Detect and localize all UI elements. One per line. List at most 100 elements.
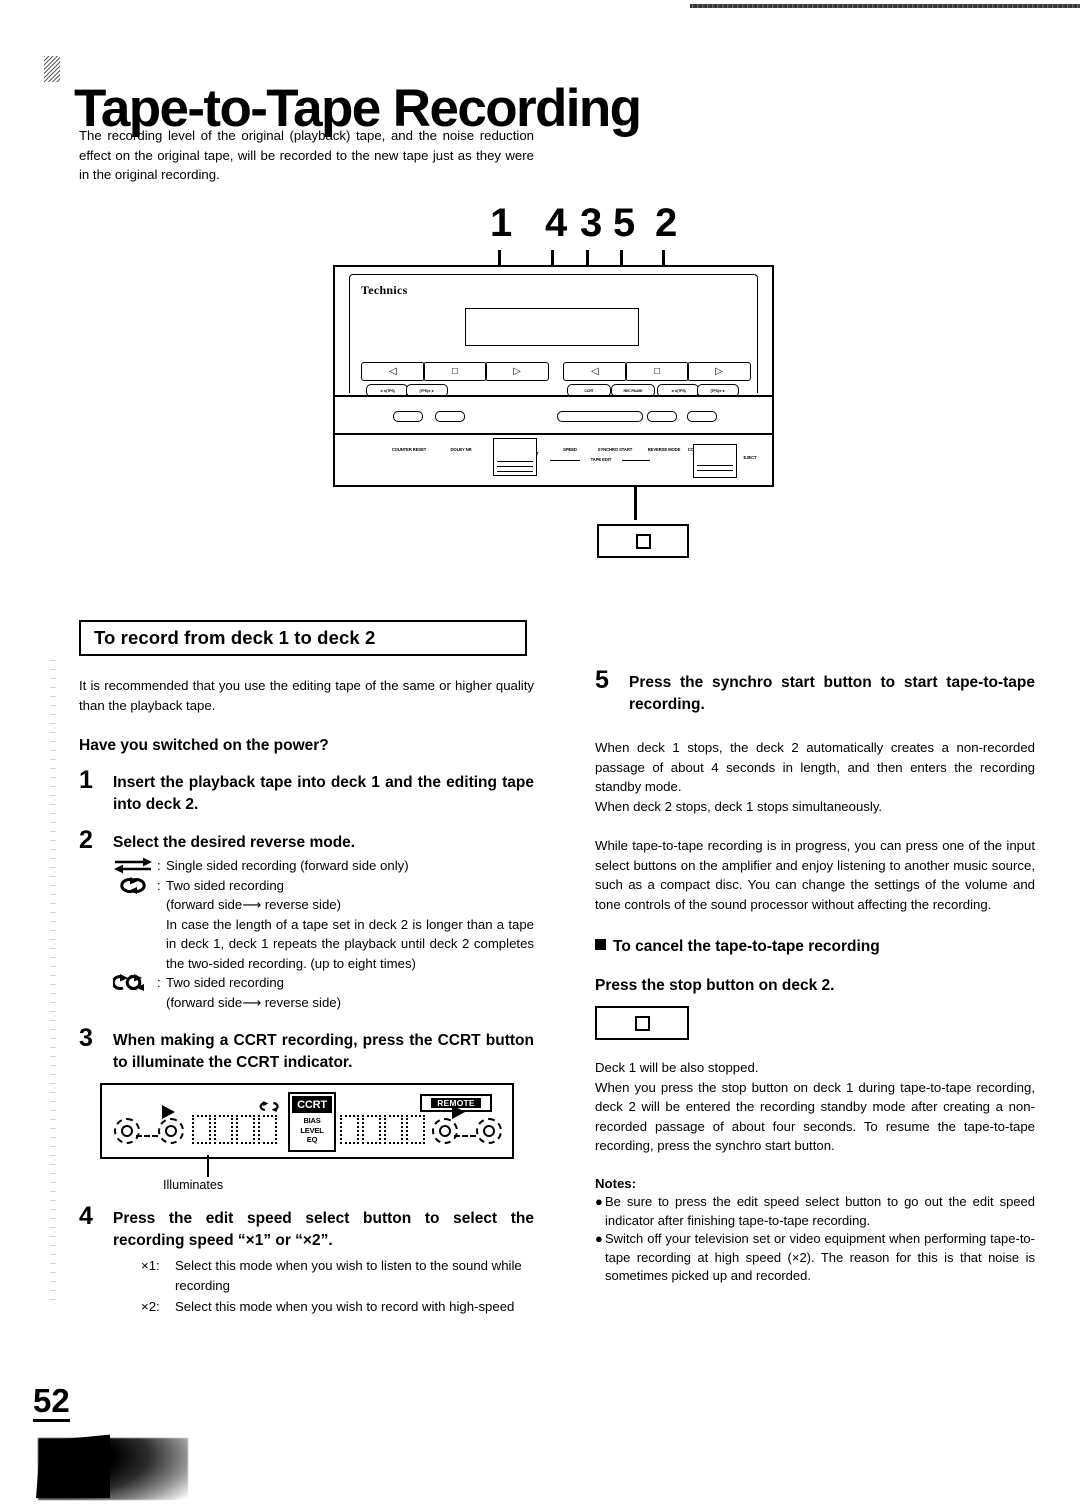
cancel-stop-button-box — [595, 1006, 689, 1040]
display-panel-illustration: CCRT BIAS LEVEL EQ REMOTE — [100, 1083, 514, 1159]
reverse-mode-key[interactable] — [647, 411, 677, 422]
illuminates-label: Illuminates — [163, 1178, 224, 1192]
step-4-text: Press the edit speed select button to se… — [113, 1210, 534, 1249]
double-loop-icon — [113, 973, 157, 993]
single-sided-arrows-icon — [113, 856, 157, 876]
step-3-text: When making a CCRT recording, press the … — [113, 1032, 534, 1071]
reverse-mode-option-single: : Single sided recording (forward side o… — [113, 856, 534, 876]
tape-edit-rule-right — [622, 460, 650, 461]
step-1: 1 Insert the playback tape into deck 1 a… — [79, 768, 534, 816]
panel-left-digit-2 — [214, 1115, 233, 1144]
label-deck1-dolby-nr: DOLBY NR — [450, 447, 472, 452]
step-5-number: 5 — [595, 666, 609, 694]
callout-number-2: 2 — [655, 201, 678, 245]
page-number: 52 — [33, 1384, 70, 1422]
callout-number-3: 3 — [580, 201, 603, 245]
intro-paragraph: The recording level of the original (pla… — [79, 128, 534, 182]
step-5-text: Press the synchro start button to start … — [629, 674, 1035, 713]
deck-display-window — [465, 308, 639, 346]
label-deck2-eject: EJECT — [743, 455, 757, 460]
step-1-text: Insert the playback tape into deck 1 and… — [113, 774, 534, 813]
reverse-mode-option-loop: : Two sided recording — [113, 876, 534, 896]
ccrt-bias-label: BIAS — [303, 1116, 321, 1126]
page-number-text: 52 — [33, 1384, 70, 1422]
reverse-mode-label-loop: Two sided recording — [166, 877, 285, 893]
step-2-modes: : Single sided recording (forward side o… — [79, 856, 534, 1012]
step-2-text: Select the desired reverse mode. — [113, 834, 356, 851]
cassette-deck-illustration: Technics ◁ □ ▷ ◄◄(TPS) (TPS)►► ◁ □ ▷ CCR… — [333, 265, 774, 487]
cancel-action-text: Press the stop button on deck 2. — [595, 977, 835, 994]
panel-right-reel-a — [432, 1118, 458, 1144]
deck1-stop-button[interactable]: □ — [423, 362, 487, 381]
step-5-detail-1: When deck 1 stops, the deck 2 automatica… — [595, 740, 1035, 794]
deck2-stop-button[interactable]: □ — [625, 362, 689, 381]
power-question: Have you switched on the power? — [79, 737, 329, 754]
deck2-cassette-slot[interactable] — [693, 444, 737, 478]
ccrt-level-label: LEVEL — [300, 1125, 324, 1135]
section-heading-box: To record from deck 1 to deck 2 — [79, 620, 527, 656]
reverse-mode-detail-loop: (forward side⟶ reverse side) — [166, 897, 342, 912]
deck1-dolby-nr-key[interactable] — [435, 411, 465, 422]
step-4: 4 Press the edit speed select button to … — [79, 1204, 534, 1252]
deck1-play-button[interactable]: ▷ — [485, 362, 549, 381]
speed-key-x1: ×1: — [141, 1258, 160, 1273]
ccrt-eq-label: EQ — [306, 1135, 318, 1145]
panel-left-reel-a — [114, 1118, 140, 1144]
note-text-2: Switch off your television set or video … — [605, 1231, 1035, 1284]
scan-edge-artifact — [690, 4, 1080, 8]
ccrt-indicator-label: CCRT — [292, 1096, 332, 1113]
notes-title: Notes: — [595, 1175, 637, 1191]
step-4-number: 4 — [79, 1202, 93, 1230]
ccrt-indicator-box: CCRT BIAS LEVEL EQ — [288, 1092, 336, 1152]
manual-page: Tape-to-Tape Recording The recording lev… — [0, 0, 1080, 1508]
while-recording-paragraph: While tape-to-tape recording is in progr… — [595, 838, 1035, 912]
remote-indicator-box: REMOTE — [420, 1094, 492, 1112]
panel-right-tape-path — [454, 1135, 476, 1139]
deck2-play-button[interactable]: ▷ — [687, 362, 751, 381]
note-item: ● Switch off your television set or vide… — [595, 1230, 1035, 1286]
remote-indicator-label: REMOTE — [431, 1098, 481, 1108]
panel-left-tape-path — [136, 1135, 158, 1139]
panel-left-digit-3 — [236, 1115, 255, 1144]
mode-colon-1: : — [157, 858, 161, 873]
deck1-cassette-slot[interactable] — [493, 438, 537, 476]
note-item: ● Be sure to press the edit speed select… — [595, 1193, 1035, 1230]
reverse-mode-option-double: : Two sided recording — [113, 973, 534, 993]
note-text-1: Be sure to press the edit speed select b… — [605, 1194, 1035, 1228]
label-synchro-start: SYNCHRO START — [597, 447, 633, 452]
reverse-mode-note-loop: In case the length of a tape set in deck… — [166, 916, 534, 971]
stop-square-icon — [634, 1015, 650, 1031]
step-2: 2 Select the desired reverse mode. — [79, 828, 534, 854]
scan-smudge-core — [36, 1434, 110, 1498]
tape-edit-speed-key[interactable] — [557, 411, 643, 422]
step-3: 3 When making a CCRT recording, press th… — [79, 1026, 534, 1074]
illuminates-leader-line — [207, 1155, 209, 1177]
cancel-body-2: When you press the stop button on deck 1… — [595, 1079, 1035, 1154]
panel-right-digit-4 — [406, 1115, 425, 1144]
deck1-counter-reset-key[interactable] — [393, 411, 423, 422]
speed-key-x2: ×2: — [141, 1299, 160, 1314]
scan-ink-blot — [44, 56, 60, 82]
callout-number-1: 1 — [490, 201, 513, 245]
panel-right-digit-2 — [362, 1115, 381, 1144]
callout-number-5: 5 — [613, 201, 636, 245]
reverse-mode-label-double: Two sided recording — [166, 975, 285, 990]
reverse-mode-label-single: Single sided recording (forward side onl… — [166, 858, 409, 873]
speed-option-x2: ×2: Select this mode when you wish to re… — [79, 1297, 534, 1317]
two-sided-loop-icon — [113, 876, 157, 896]
step-1-number: 1 — [79, 766, 93, 794]
recommendation-paragraph: It is recommended that you use the editi… — [79, 678, 534, 713]
step-5-detail-2: When deck 2 stops, deck 1 stops simultan… — [595, 798, 883, 814]
left-column: It is recommended that you use the editi… — [79, 676, 534, 1317]
panel-left-digit-1 — [192, 1115, 211, 1144]
ccrt-sub-indicators: BIAS LEVEL EQ — [292, 1113, 332, 1148]
label-tape-edit: TAPE EDIT — [590, 457, 612, 462]
section-heading-text: To record from deck 1 to deck 2 — [94, 627, 376, 648]
deck2-counter-reset-key[interactable] — [687, 411, 717, 422]
panel-right-digit-3 — [384, 1115, 403, 1144]
mode-colon-3: : — [157, 975, 161, 990]
panel-left-reel-b — [158, 1118, 184, 1144]
deck2-reverse-play-button[interactable]: ◁ — [563, 362, 627, 381]
deck1-reverse-play-button[interactable]: ◁ — [361, 362, 425, 381]
reverse-mode-detail-double: (forward side⟶ reverse side) — [166, 994, 342, 1010]
